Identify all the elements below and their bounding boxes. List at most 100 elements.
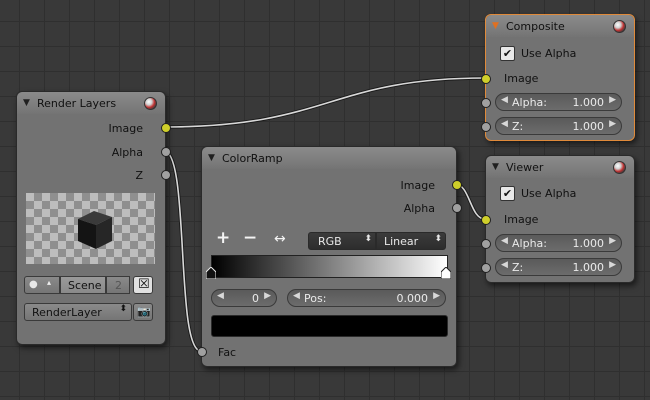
- chevron-left-icon[interactable]: ◀: [293, 291, 300, 301]
- chevron-left-icon[interactable]: ◀: [501, 95, 508, 105]
- x-icon: ☒: [138, 277, 150, 292]
- active-stop-value: 0: [252, 292, 259, 305]
- viewer-z-socket[interactable]: [481, 263, 491, 273]
- color-mode-select[interactable]: RGB ⬍: [308, 232, 376, 250]
- render-preview: [26, 193, 155, 264]
- viewer-alpha-field[interactable]: ◀ Alpha: 1.000 ▶: [495, 234, 622, 252]
- render-layers-title: Render Layers: [37, 96, 117, 110]
- viewer-node[interactable]: ▼ Viewer ✔ Use Alpha Image ◀ Alpha: 1.00…: [481, 155, 635, 283]
- viewer-alpha-label: Alpha:: [512, 237, 547, 250]
- chevron-updown-icon: ▴: [47, 278, 52, 287]
- composite-title: Composite: [506, 19, 565, 33]
- scene-close-button[interactable]: ☒: [133, 276, 153, 294]
- link-renderlayers-image-to-composite: [163, 76, 486, 129]
- viewer-alpha-socket[interactable]: [481, 239, 491, 249]
- sphere-preview-icon[interactable]: [613, 160, 626, 174]
- colorramp-header[interactable]: ▼ ColorRamp: [202, 147, 456, 169]
- flip-ramp-button[interactable]: ↔: [274, 231, 286, 247]
- render-layers-node[interactable]: ▼ Render Layers Image Alpha Z ● ▴ Scene …: [16, 91, 171, 345]
- composite-alpha-field[interactable]: ◀ Alpha: 1.000 ▶: [495, 93, 622, 111]
- composite-z-value: 1.000: [572, 120, 605, 133]
- composite-z-socket[interactable]: [481, 122, 491, 132]
- scene-users-count[interactable]: 2: [106, 276, 130, 294]
- render-button[interactable]: 📷: [133, 303, 153, 321]
- updown-arrows-icon: ⬍: [119, 304, 127, 314]
- stop-color-swatch[interactable]: [211, 315, 448, 337]
- stop-position-value: 0.000: [396, 292, 429, 305]
- chevron-left-icon[interactable]: ◀: [217, 291, 224, 301]
- stop-position-field[interactable]: ◀ Pos: 0.000 ▶: [287, 289, 446, 307]
- chevron-right-icon[interactable]: ▶: [609, 95, 616, 105]
- viewer-use-alpha-label: Use Alpha: [521, 187, 577, 200]
- chevron-right-icon[interactable]: ▶: [264, 291, 271, 301]
- triangle-down-icon[interactable]: ▼: [23, 98, 37, 108]
- composite-node[interactable]: ▼ Composite ✔ Use Alpha Image ◀ Alpha: 1…: [481, 14, 635, 141]
- render-layers-image-socket[interactable]: [161, 123, 171, 133]
- viewer-title: Viewer: [506, 160, 544, 174]
- viewer-alpha-value: 1.000: [572, 237, 605, 250]
- remove-stop-button[interactable]: −: [243, 228, 257, 248]
- chevron-right-icon[interactable]: ▶: [609, 119, 616, 129]
- scene-icon: ●: [29, 279, 38, 290]
- colorramp-title: ColorRamp: [222, 151, 283, 165]
- viewer-image-socket[interactable]: [481, 215, 491, 225]
- viewer-image-input-label: Image: [504, 213, 539, 226]
- chevron-right-icon[interactable]: ▶: [433, 291, 440, 301]
- colorramp-image-socket[interactable]: [452, 180, 462, 190]
- render-layers-header[interactable]: ▼ Render Layers: [17, 92, 165, 114]
- composite-image-socket[interactable]: [481, 74, 491, 84]
- chevron-left-icon[interactable]: ◀: [501, 236, 508, 246]
- composite-alpha-label: Alpha:: [512, 96, 547, 109]
- colorramp-image-output-label: Image: [400, 179, 435, 192]
- sphere-preview-icon[interactable]: [144, 96, 157, 110]
- interpolation-label: Linear: [384, 235, 419, 248]
- interpolation-select[interactable]: Linear ⬍: [376, 232, 446, 250]
- chevron-left-icon[interactable]: ◀: [501, 119, 508, 129]
- render-layers-alpha-output-label: Alpha: [111, 146, 143, 159]
- composite-alpha-value: 1.000: [572, 96, 605, 109]
- color-ramp-gradient[interactable]: [211, 255, 448, 278]
- render-layer-select[interactable]: RenderLayer ⬍: [24, 303, 132, 321]
- updown-arrows-icon: ⬍: [364, 234, 372, 244]
- scene-name-field[interactable]: Scene: [60, 276, 106, 294]
- chevron-left-icon[interactable]: ◀: [501, 260, 508, 270]
- stop-position-label: Pos:: [304, 292, 327, 305]
- viewer-z-field[interactable]: ◀ Z: 1.000 ▶: [495, 258, 622, 276]
- composite-z-field[interactable]: ◀ Z: 1.000 ▶: [495, 117, 622, 135]
- triangle-down-icon[interactable]: ▼: [492, 162, 506, 172]
- render-layers-z-socket[interactable]: [161, 170, 171, 180]
- colorramp-node[interactable]: ▼ ColorRamp Image Alpha + − ↔ RGB ⬍ Line…: [197, 146, 462, 367]
- colorramp-alpha-socket[interactable]: [452, 203, 462, 213]
- color-stop-left[interactable]: [206, 267, 216, 279]
- chevron-right-icon[interactable]: ▶: [609, 236, 616, 246]
- triangle-down-icon[interactable]: ▼: [208, 153, 222, 163]
- chevron-right-icon[interactable]: ▶: [609, 260, 616, 270]
- composite-use-alpha-checkbox[interactable]: ✔: [500, 46, 515, 61]
- scene-browse-button[interactable]: ● ▴: [24, 276, 60, 294]
- scene-name-label: Scene: [68, 279, 102, 292]
- composite-use-alpha-label: Use Alpha: [521, 47, 577, 60]
- triangle-down-icon[interactable]: ▼: [492, 21, 506, 31]
- active-stop-field[interactable]: ◀ 0 ▶: [211, 289, 277, 307]
- composite-z-label: Z:: [512, 120, 524, 133]
- colorramp-fac-input-label: Fac: [218, 346, 237, 359]
- color-mode-label: RGB: [318, 235, 342, 248]
- colorramp-fac-socket[interactable]: [197, 347, 207, 357]
- updown-arrows-icon: ⬍: [434, 234, 442, 244]
- viewer-z-label: Z:: [512, 261, 524, 274]
- render-layers-alpha-socket[interactable]: [161, 147, 171, 157]
- colorramp-alpha-output-label: Alpha: [403, 202, 435, 215]
- render-layer-select-label: RenderLayer: [32, 306, 102, 319]
- composite-alpha-socket[interactable]: [481, 98, 491, 108]
- color-stop-right[interactable]: [441, 267, 451, 279]
- viewer-use-alpha-checkbox[interactable]: ✔: [500, 186, 515, 201]
- camera-icon: 📷: [137, 305, 151, 318]
- sphere-preview-icon[interactable]: [613, 19, 626, 33]
- render-layers-z-output-label: Z: [135, 169, 143, 182]
- composite-header[interactable]: ▼ Composite: [486, 15, 634, 37]
- add-stop-button[interactable]: +: [216, 228, 230, 248]
- viewer-header[interactable]: ▼ Viewer: [486, 156, 634, 178]
- render-layers-image-output-label: Image: [108, 122, 143, 135]
- link-renderlayers-alpha-to-fac: [163, 149, 202, 353]
- composite-image-input-label: Image: [504, 72, 539, 85]
